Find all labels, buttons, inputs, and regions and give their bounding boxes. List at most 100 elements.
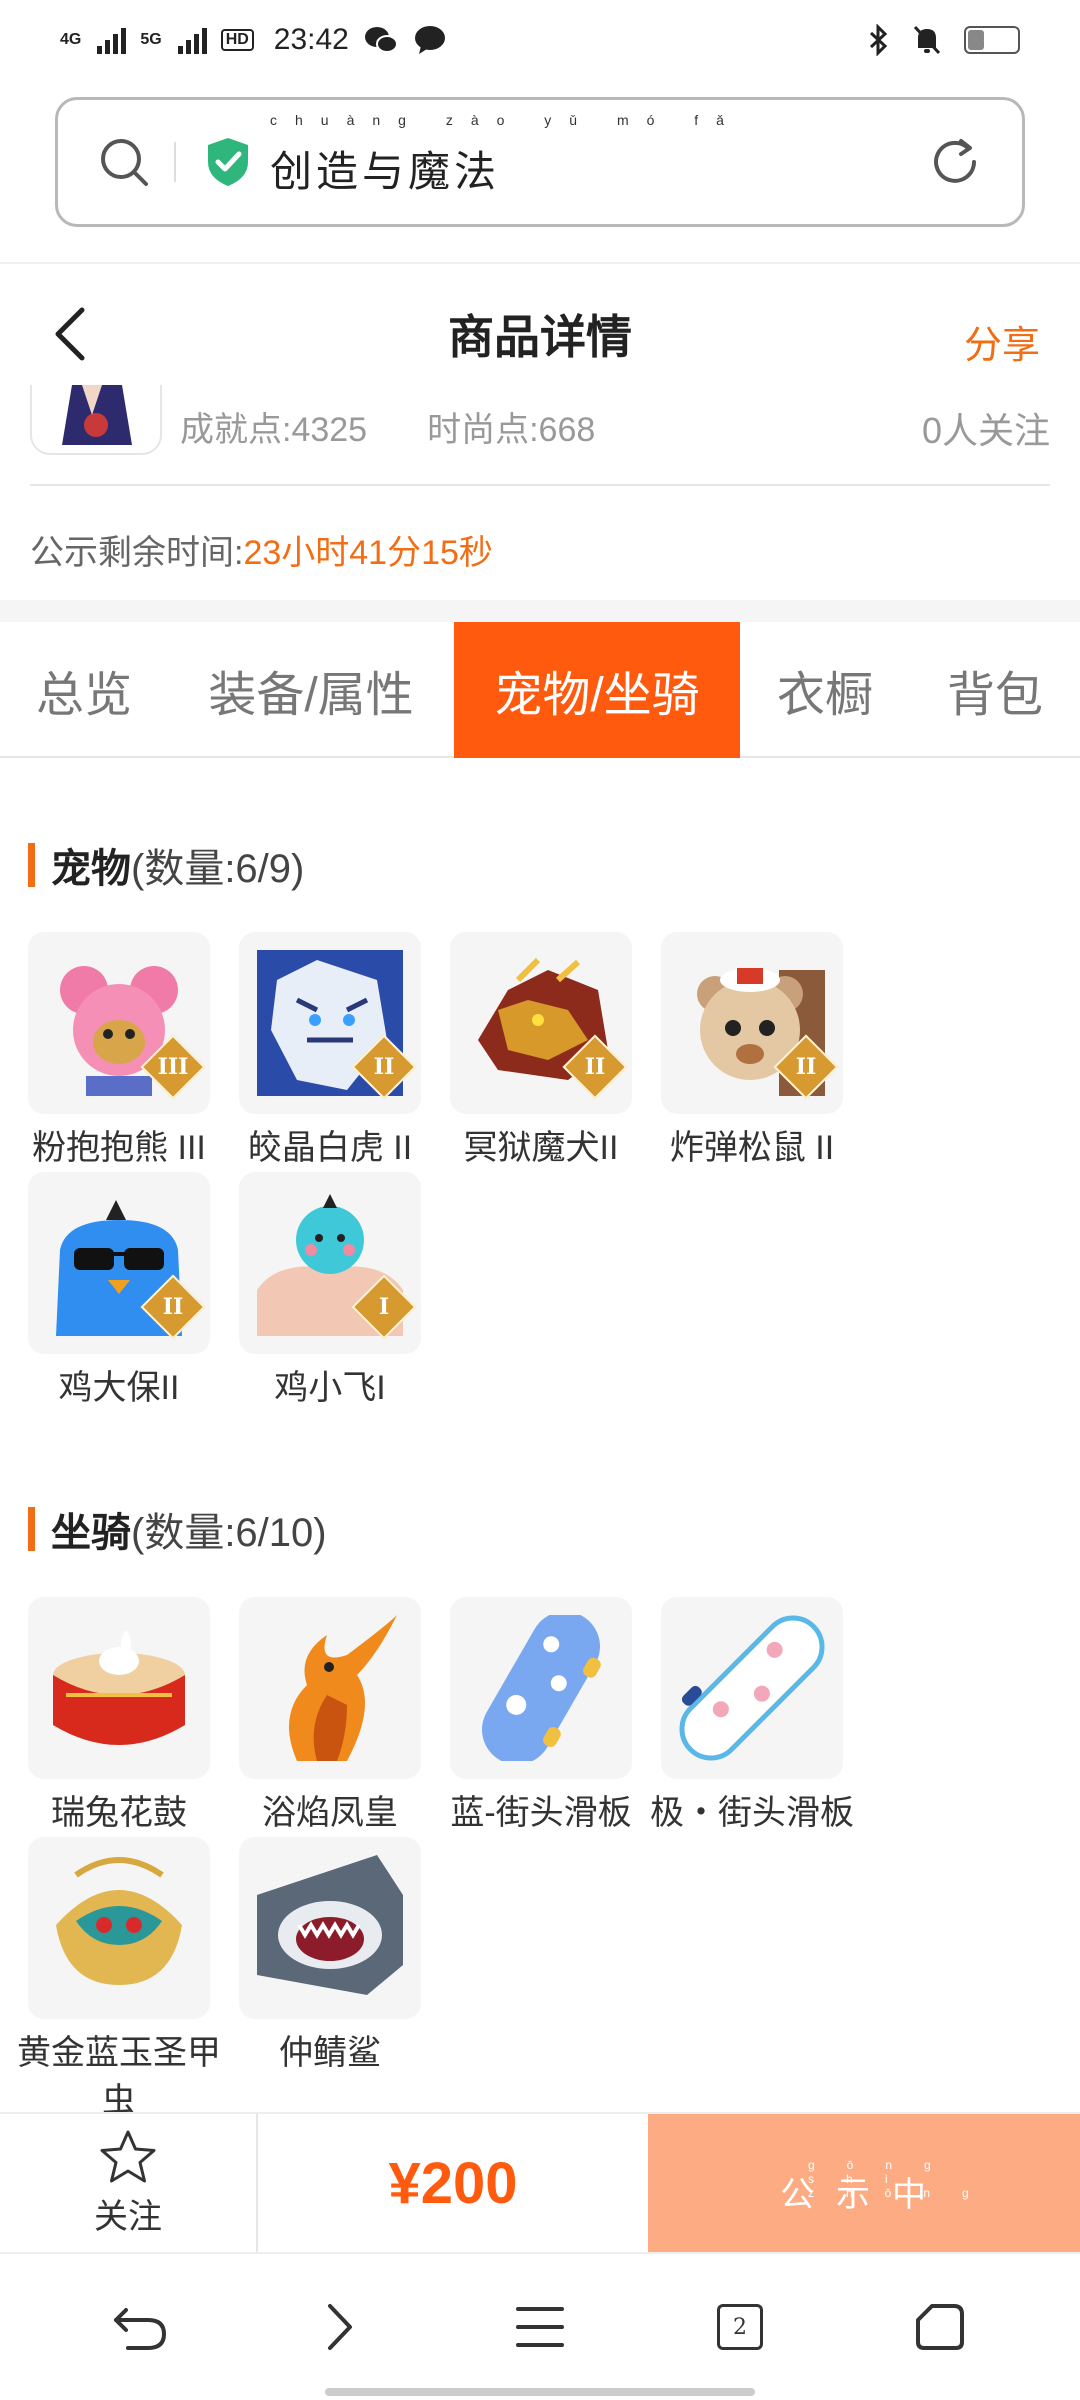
page-title: 商品详情 (448, 311, 632, 363)
divider (30, 484, 1050, 486)
clock: 23:42 (273, 23, 349, 56)
follow-button[interactable]: 关注 (0, 2114, 258, 2252)
tab-pets-mounts[interactable]: 宠物/坐骑 (454, 622, 740, 758)
mount-item[interactable]: 黄金蓝玉圣甲虫 (17, 1837, 221, 2125)
mount-thumbnail (28, 1837, 210, 2019)
publicity-status-button[interactable]: gōng shì zhōng 公示中 (648, 2114, 1080, 2252)
search-separator (174, 142, 176, 182)
price: ¥200 (388, 2150, 518, 2216)
message-icon (414, 26, 445, 54)
network-type-1: 4G (60, 31, 82, 48)
mount-item[interactable]: 极・街头滑板 (650, 1597, 854, 1837)
mount-name: 瑞兔花鼓 (51, 1794, 187, 1832)
forward-button[interactable] (295, 2282, 385, 2372)
pet-item[interactable]: II 鸡大保II (28, 1172, 210, 1412)
pets-section-title: 宠物 (数量:6/9) (28, 836, 304, 894)
pet-name: 皎晶白虎 II (247, 1129, 413, 1167)
follower-count: 0人关注 (921, 410, 1050, 451)
browser-navbar: 2 (0, 2252, 1080, 2400)
forward-icon (328, 2304, 352, 2350)
skateboard-icon (679, 1615, 825, 1761)
pet-name: 冥狱魔犬II (463, 1129, 619, 1167)
home-indicator[interactable] (325, 2388, 755, 2396)
share-button[interactable]: 分享 (964, 314, 1040, 369)
network-type-2: 5G (140, 31, 162, 48)
status-bar: 4G 5G HD 23:42 30 (0, 0, 1080, 80)
detail-tabs: 总览 装备/属性 宠物/坐骑 衣橱 背包 (0, 622, 1080, 758)
follow-label: 关注 (94, 2197, 162, 2236)
bluetooth-icon (869, 24, 888, 56)
countdown-label: 公示剩余时间: (30, 534, 244, 572)
wechat-icon (364, 27, 398, 53)
search-query-text: 创造与魔法 (270, 146, 501, 196)
pet-thumbnail: II (28, 1172, 210, 1354)
scarab-icon (56, 1857, 182, 1985)
undo-button[interactable] (95, 2282, 185, 2372)
pet-thumbnail: I (239, 1172, 421, 1354)
mount-name: 极・街头滑板 (650, 1794, 854, 1832)
mount-thumbnail (239, 1837, 421, 2019)
mount-item[interactable]: 瑞兔花鼓 (28, 1597, 210, 1837)
verified-shield-icon (208, 138, 248, 186)
refresh-icon[interactable] (928, 135, 982, 189)
page-header: 商品详情 分享 (0, 264, 1080, 404)
menu-button[interactable] (495, 2282, 585, 2372)
pet-item[interactable]: II 炸弹松鼠 II (661, 932, 843, 1172)
mount-name: 蓝-街头滑板 (450, 1794, 632, 1832)
search-pinyin: chuàng zào yǔ mó fǎ (270, 111, 742, 128)
tab-wardrobe[interactable]: 衣橱 (740, 622, 910, 758)
home-icon (916, 2304, 964, 2350)
pet-name: 鸡大保II (58, 1369, 180, 1407)
home-button[interactable] (895, 2282, 985, 2372)
shark-icon (257, 1855, 403, 1995)
mount-thumbnail (450, 1597, 632, 1779)
search-query[interactable]: chuàng zào yǔ mó fǎ 创造与魔法 (270, 112, 724, 199)
undo-icon (114, 2308, 167, 2350)
pet-name: 粉抱抱熊 III (32, 1129, 206, 1167)
publicity-countdown: 公示剩余时间:23小时41分15秒 (30, 525, 493, 574)
status-label: 公示中 (780, 2175, 948, 2214)
section-accent-bar (28, 843, 35, 887)
pet-name: 鸡小飞I (274, 1369, 386, 1407)
mounts-count: (数量:6/10) (131, 1511, 327, 1555)
mount-item[interactable]: 浴焰凤皇 (239, 1597, 421, 1837)
countdown-value: 23小时41分15秒 (243, 534, 493, 572)
tab-equipment[interactable]: 装备/属性 (168, 622, 454, 758)
address-bar[interactable]: chuàng zào yǔ mó fǎ 创造与魔法 (55, 97, 1025, 227)
purchase-bar: 关注 ¥200 gōng shì zhōng 公示中 (0, 2112, 1080, 2252)
mount-thumbnail (661, 1597, 843, 1779)
pet-item[interactable]: II 冥狱魔犬II (450, 932, 632, 1172)
section-gap (0, 600, 1080, 622)
pet-thumbnail: II (239, 932, 421, 1114)
mute-icon (913, 25, 941, 55)
signal-icon (97, 26, 127, 54)
mount-name: 仲鲭鲨 (279, 2034, 381, 2072)
tabs-button[interactable]: 2 (695, 2282, 785, 2372)
mount-thumbnail (28, 1597, 210, 1779)
tab-overview[interactable]: 总览 (0, 622, 168, 758)
skateboard-icon (482, 1615, 601, 1761)
pet-item[interactable]: III 粉抱抱熊 III (28, 932, 210, 1172)
pet-thumbnail: III (28, 932, 210, 1114)
back-arrow-icon[interactable] (50, 306, 90, 362)
star-icon (100, 2130, 156, 2182)
drum-icon (53, 1631, 185, 1745)
pet-item[interactable]: II 皎晶白虎 II (239, 932, 421, 1172)
pets-grid: III 粉抱抱熊 III II 皎晶白虎 II II 冥狱魔犬II II 炸弹松… (28, 932, 1052, 1412)
pet-thumbnail: II (450, 932, 632, 1114)
pets-title: 宠物 (51, 847, 131, 891)
hd-icon: HD (220, 29, 254, 51)
tab-backpack[interactable]: 背包 (910, 622, 1080, 758)
battery-icon: 30 (964, 26, 1020, 54)
mount-item[interactable]: 仲鲭鲨 (239, 1837, 421, 2125)
pet-thumbnail: II (661, 932, 843, 1114)
mounts-grid: 瑞兔花鼓 浴焰凤皇 蓝-街头滑板 极・街头滑板 黄金蓝玉圣甲虫 仲鲭鲨 (17, 1597, 1052, 2125)
pet-item[interactable]: I 鸡小飞I (239, 1172, 421, 1412)
mount-item[interactable]: 蓝-街头滑板 (450, 1597, 632, 1837)
tabs-count-icon: 2 (717, 2304, 763, 2350)
mount-thumbnail (239, 1597, 421, 1779)
avatar (30, 385, 162, 455)
signal-icon (177, 26, 207, 54)
pets-count: (数量:6/9) (131, 847, 305, 891)
search-icon[interactable] (98, 136, 150, 188)
